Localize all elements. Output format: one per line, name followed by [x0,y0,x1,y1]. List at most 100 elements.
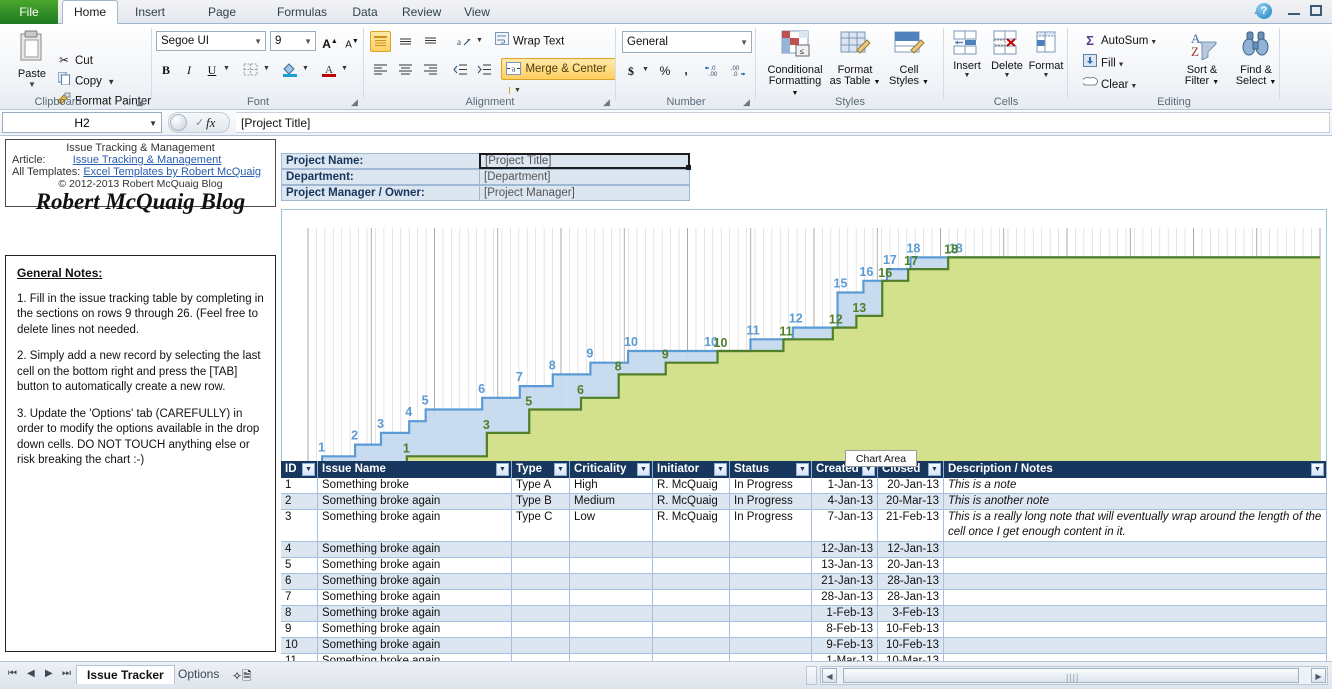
copy-button[interactable]: Copy ▼ [56,72,115,90]
paste-button[interactable]: Paste ▼ [5,30,59,89]
table-cell-crit[interactable] [570,606,653,622]
table-cell-notes[interactable] [944,574,1327,590]
table-cell-init[interactable] [653,622,730,638]
table-cell-crit[interactable] [570,574,653,590]
table-row[interactable]: 4Something broke again12-Jan-1312-Jan-13 [281,542,1327,558]
table-cell-type[interactable] [512,574,570,590]
table-cell-type[interactable]: Type B [512,494,570,510]
table-cell-notes[interactable]: This is a really long note that will eve… [944,510,1327,542]
table-cell-notes[interactable] [944,622,1327,638]
table-cell-crit[interactable] [570,558,653,574]
borders-dropdown-icon[interactable]: ▼ [263,65,270,72]
table-cell-closed[interactable]: 10-Feb-13 [878,622,944,638]
article-link[interactable]: Issue Tracking & Management [73,154,222,166]
table-cell-init[interactable] [653,574,730,590]
table-cell-crit[interactable]: Low [570,510,653,542]
increase-indent-button[interactable] [474,59,495,80]
table-cell-crit[interactable] [570,590,653,606]
table-header-issue[interactable]: Issue Name▼ [318,461,512,478]
table-cell-issue[interactable]: Something broke again [318,622,512,638]
table-cell-issue[interactable]: Something broke again [318,542,512,558]
filter-button-status[interactable]: ▼ [796,463,809,476]
table-cell-issue[interactable]: Something broke again [318,510,512,542]
grow-font-button[interactable]: A▲ [320,31,340,51]
table-cell-created[interactable]: 28-Jan-13 [812,590,878,606]
sheet-tab-issue-tracker[interactable]: Issue Tracker [76,665,175,684]
table-cell-closed[interactable]: 20-Jan-13 [878,478,944,494]
table-cell-init[interactable] [653,654,730,661]
table-header-init[interactable]: Initiator▼ [653,461,730,478]
orientation-dropdown-icon[interactable]: ▼ [476,37,483,44]
font-dialog-launcher[interactable]: ◢ [351,97,361,107]
last-sheet-icon[interactable]: ⏭ [62,668,71,679]
insert-cells-button[interactable]: Insert ▼ [948,30,986,79]
table-cell-id[interactable]: 7 [281,590,318,606]
currency-format-button[interactable]: $ [622,60,640,80]
fill-color-button[interactable] [279,59,301,79]
table-cell-type[interactable] [512,558,570,574]
table-cell-created[interactable]: 1-Jan-13 [812,478,878,494]
table-cell-status[interactable] [730,654,812,661]
table-cell-status[interactable] [730,606,812,622]
table-cell-init[interactable] [653,590,730,606]
table-cell-init[interactable] [653,606,730,622]
tab-formulas[interactable]: Formulas [266,0,338,24]
table-cell-closed[interactable]: 12-Jan-13 [878,542,944,558]
restore-icon[interactable] [1310,5,1322,16]
fx-icon[interactable]: fx [206,112,215,133]
increase-decimal-button[interactable]: .0.00 [702,60,724,80]
table-header-crit[interactable]: Criticality▼ [570,461,653,478]
help-icon[interactable]: ? [1256,3,1272,19]
table-cell-type[interactable] [512,542,570,558]
filter-button-crit[interactable]: ▼ [637,463,650,476]
filter-button-issue[interactable]: ▼ [496,463,509,476]
prev-sheet-icon[interactable]: ◀ [27,668,35,679]
underline-button[interactable]: U [202,59,222,79]
table-cell-init[interactable]: R. McQuaig [653,510,730,542]
align-bottom-button[interactable] [420,31,441,52]
table-cell-init[interactable] [653,638,730,654]
table-row[interactable]: 3Something broke againType CLowR. McQuai… [281,510,1327,542]
table-row[interactable]: 8Something broke again1-Feb-133-Feb-13 [281,606,1327,622]
table-cell-created[interactable]: 9-Feb-13 [812,638,878,654]
table-cell-closed[interactable]: 28-Jan-13 [878,574,944,590]
table-cell-created[interactable]: 4-Jan-13 [812,494,878,510]
table-cell-created[interactable]: 12-Jan-13 [812,542,878,558]
table-cell-notes[interactable] [944,590,1327,606]
decrease-indent-button[interactable] [450,59,471,80]
enter-formula-icon[interactable]: ✓ [195,113,204,134]
table-cell-issue[interactable]: Something broke [318,478,512,494]
wrap-text-button[interactable]: Wrap Text [494,32,564,50]
table-cell-notes[interactable] [944,638,1327,654]
table-row[interactable]: 5Something broke again13-Jan-1320-Jan-13 [281,558,1327,574]
table-cell-notes[interactable]: This is another note [944,494,1327,510]
table-cell-notes[interactable] [944,654,1327,661]
table-cell-closed[interactable]: 28-Jan-13 [878,590,944,606]
table-cell-crit[interactable] [570,622,653,638]
tab-data[interactable]: Data [342,0,388,24]
format-cells-button[interactable]: Format ▼ [1026,30,1066,79]
conditional-formatting-button[interactable]: ≤ Conditional Formatting ▼ [764,30,826,99]
table-cell-issue[interactable]: Something broke again [318,654,512,661]
horizontal-scrollbar[interactable]: ◀ |||| ▶ [820,666,1328,685]
underline-dropdown-icon[interactable]: ▼ [223,65,230,72]
table-cell-init[interactable]: R. McQuaig [653,478,730,494]
templates-link[interactable]: Excel Templates by Robert McQuaig [83,166,261,178]
shrink-font-button[interactable]: A▼ [342,31,362,51]
table-header-status[interactable]: Status▼ [730,461,812,478]
italic-button[interactable]: I [179,59,199,79]
table-cell-closed[interactable]: 20-Mar-13 [878,494,944,510]
table-cell-notes[interactable] [944,542,1327,558]
table-cell-type[interactable] [512,622,570,638]
font-color-dropdown-icon[interactable]: ▼ [341,65,348,72]
font-size-combo[interactable]: 9 ▼ [270,31,316,51]
table-cell-notes[interactable] [944,606,1327,622]
number-format-combo[interactable]: General ▼ [622,31,752,53]
table-cell-type[interactable] [512,654,570,661]
formula-bar-round-button[interactable] [170,114,187,131]
table-cell-crit[interactable] [570,638,653,654]
table-cell-init[interactable] [653,558,730,574]
table-cell-type[interactable]: Type C [512,510,570,542]
table-cell-closed[interactable]: 10-Feb-13 [878,638,944,654]
project-name-input[interactable]: [Project Title] [479,153,690,169]
